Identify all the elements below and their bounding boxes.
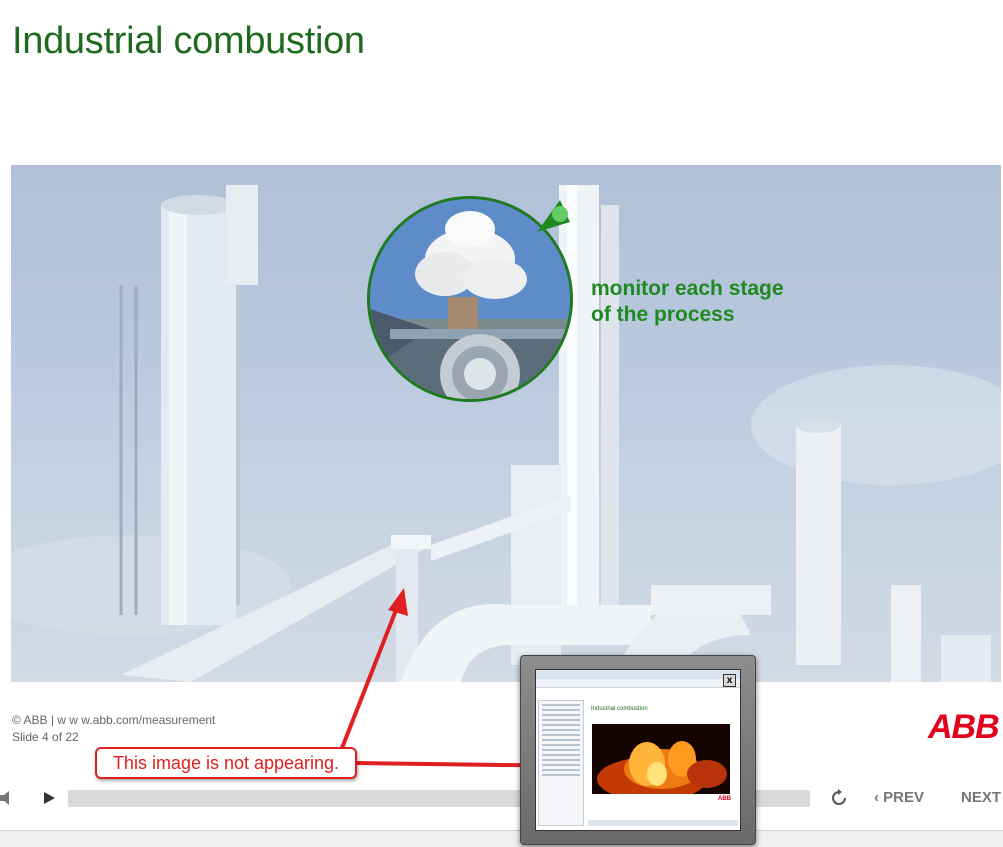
fire-image xyxy=(592,724,730,794)
screenshot-thumbnail: Industrial combustion ABB x xyxy=(520,655,756,845)
annotation-label: This image is not appearing. xyxy=(95,747,357,779)
callout-text: monitor each stage of the process xyxy=(591,276,784,328)
bottom-bar xyxy=(0,830,1003,847)
callout-line-2: of the process xyxy=(591,303,735,326)
callout-line-1: monitor each stage xyxy=(591,277,784,300)
play-icon[interactable] xyxy=(42,791,56,805)
thumbnail-slide: Industrial combustion ABB xyxy=(588,700,738,826)
chevron-left-icon: ‹ xyxy=(874,789,879,806)
replay-icon[interactable] xyxy=(830,789,848,807)
abb-logo: ABB xyxy=(928,708,1000,746)
thumbnail-statusbar xyxy=(588,820,738,826)
thumbnail-sidebar xyxy=(538,700,584,826)
thumbnail-abb-logo: ABB xyxy=(718,796,731,802)
thumbnail-titlebar xyxy=(536,670,740,679)
copyright-text: © ABB | w w w.abb.com/measurement xyxy=(12,713,216,727)
prev-label: PREV xyxy=(883,789,925,806)
smoke-stack-inset-image xyxy=(367,196,573,402)
close-icon[interactable]: x xyxy=(723,674,736,687)
slide-footer: © ABB | w w w.abb.com/measurement Slide … xyxy=(12,712,215,746)
next-button[interactable]: NEXT xyxy=(961,789,1001,806)
thumbnail-title: Industrial combustion xyxy=(591,706,648,712)
slide-number: Slide 4 of 22 xyxy=(12,730,79,744)
thumbnail-content: Industrial combustion ABB xyxy=(535,669,741,831)
slide-title: Industrial combustion xyxy=(12,20,365,62)
volume-icon[interactable] xyxy=(0,790,10,806)
player-controls: ‹ PREV NEXT xyxy=(0,782,1003,814)
thumbnail-toolbar xyxy=(536,679,740,688)
prev-button[interactable]: ‹ PREV xyxy=(874,789,924,806)
